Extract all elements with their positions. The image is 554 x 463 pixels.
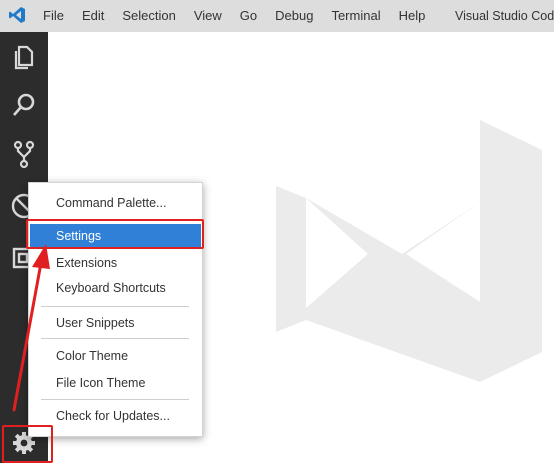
menu-debug[interactable]: Debug [266,0,322,32]
menu-help[interactable]: Help [390,0,435,32]
menu-item-user-snippets[interactable]: User Snippets [30,311,201,335]
window-title: Visual Studio Code [455,9,554,23]
menu-separator [41,338,189,339]
menu-go[interactable]: Go [231,0,266,32]
title-bar: File Edit Selection View Go Debug Termin… [0,0,554,32]
menu-terminal[interactable]: Terminal [322,0,389,32]
vscode-logo-icon [8,6,26,24]
menu-file[interactable]: File [34,0,73,32]
menu-bar: File Edit Selection View Go Debug Termin… [34,0,434,32]
menu-selection[interactable]: Selection [113,0,184,32]
menu-view[interactable]: View [185,0,231,32]
menu-item-command-palette[interactable]: Command Palette... [30,191,201,215]
source-control-icon[interactable] [9,139,39,169]
files-icon[interactable] [9,42,39,72]
menu-item-extensions[interactable]: Extensions [30,251,201,275]
menu-item-settings[interactable]: Settings [30,224,201,248]
menu-item-file-icon-theme[interactable]: File Icon Theme [30,371,201,395]
menu-edit[interactable]: Edit [73,0,113,32]
menu-item-keyboard-shortcuts[interactable]: Keyboard Shortcuts [30,276,201,300]
menu-item-check-for-updates[interactable]: Check for Updates... [30,404,201,428]
search-icon[interactable] [9,90,39,120]
menu-item-color-theme[interactable]: Color Theme [30,344,201,368]
menu-separator [41,306,189,307]
menu-separator [41,399,189,400]
settings-context-menu: Command Palette... Settings Extensions K… [28,182,203,437]
vscode-watermark-logo [276,116,546,386]
